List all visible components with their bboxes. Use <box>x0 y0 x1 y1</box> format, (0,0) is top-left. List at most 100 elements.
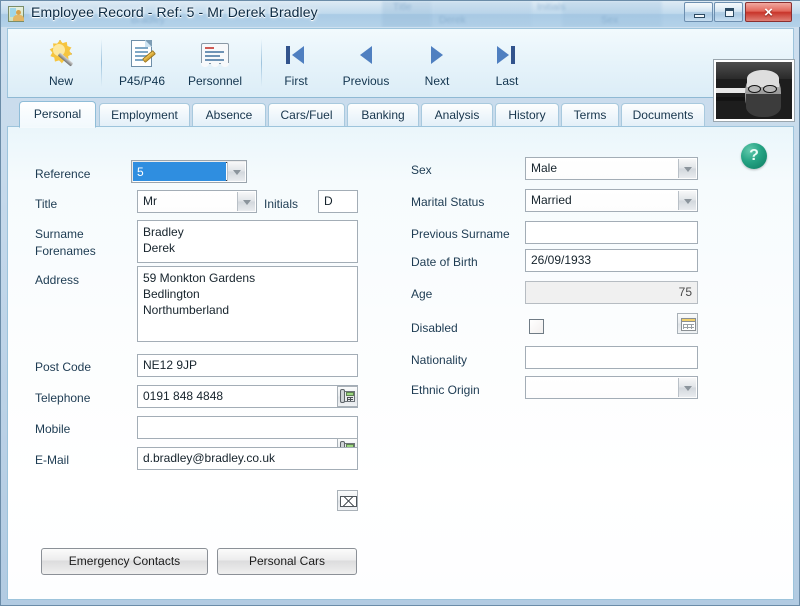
postcode-input[interactable]: NE12 9JP <box>137 354 358 377</box>
last-record-button[interactable]: Last <box>478 34 536 94</box>
last-button-label: Last <box>495 74 519 88</box>
previous-surname-input[interactable] <box>525 221 698 244</box>
surname-label: Surname <box>35 227 84 241</box>
previous-surname-label: Previous Surname <box>411 227 510 241</box>
personnel-button[interactable]: Personnel <box>176 34 254 94</box>
minimize-button[interactable] <box>684 2 713 22</box>
tab-absence[interactable]: Absence <box>192 103 266 127</box>
age-value: 75 <box>525 281 698 304</box>
close-icon: × <box>764 4 773 21</box>
tab-banking[interactable]: Banking <box>347 103 419 127</box>
next-record-button[interactable]: Next <box>408 34 466 94</box>
initials-input[interactable]: D <box>318 190 358 213</box>
marital-status-value: Married <box>531 193 572 207</box>
wand-new-icon <box>28 38 94 70</box>
ghost-title-5: Sex <box>601 15 619 26</box>
mobile-label: Mobile <box>35 422 71 436</box>
ethnic-origin-combo[interactable] <box>525 376 698 399</box>
email-input[interactable]: d.bradley@bradley.co.uk <box>137 447 358 470</box>
tab-documents[interactable]: Documents <box>621 103 705 127</box>
certificate-icon <box>176 38 254 70</box>
employee-record-window: Title Initials Bradley Derek Sex Employe… <box>0 0 800 606</box>
personnel-button-label: Personnel <box>187 74 243 88</box>
title-bar[interactable]: Title Initials Bradley Derek Sex Employe… <box>1 1 800 27</box>
previous-record-button[interactable]: Previous <box>330 34 402 94</box>
toolbar-separator-1 <box>101 39 102 87</box>
date-of-birth-input[interactable]: 26/09/1933 <box>525 249 698 272</box>
address-label: Address <box>35 273 80 287</box>
p45-p46-button-label: P45/P46 <box>118 74 166 88</box>
reference-combo[interactable]: 5 <box>131 160 247 183</box>
toolbar-separator-2 <box>261 39 262 87</box>
ethnic-origin-label: Ethnic Origin <box>411 383 480 397</box>
toolbar: New P45/P46 Personnel First Previous Nex… <box>7 28 795 122</box>
telephone-label: Telephone <box>35 391 91 405</box>
postcode-label: Post Code <box>35 360 92 374</box>
tab-analysis[interactable]: Analysis <box>421 103 493 127</box>
chevron-down-icon[interactable] <box>237 192 255 211</box>
ghost-title-4: Derek <box>439 15 466 26</box>
p45-p46-button[interactable]: P45/P46 <box>109 34 175 94</box>
title-combo[interactable]: Mr <box>137 190 257 213</box>
date-of-birth-label: Date of Birth <box>411 255 478 269</box>
calendar-icon[interactable] <box>677 313 698 334</box>
sex-label: Sex <box>411 163 432 177</box>
chevron-down-icon[interactable] <box>678 378 696 397</box>
maximize-button[interactable] <box>714 2 743 22</box>
previous-button-label: Previous <box>342 74 390 88</box>
initials-label: Initials <box>264 197 299 211</box>
tab-personal[interactable]: Personal <box>19 101 96 128</box>
title-label: Title <box>35 197 58 211</box>
help-button[interactable]: ? <box>741 143 767 169</box>
chevron-down-icon[interactable] <box>678 159 696 178</box>
emergency-contacts-button[interactable]: Emergency Contacts <box>41 548 208 575</box>
personal-cars-button[interactable]: Personal Cars <box>217 548 357 575</box>
first-button-label: First <box>284 74 308 88</box>
title-value: Mr <box>143 194 157 208</box>
email-label: E-Mail <box>35 453 70 467</box>
age-label: Age <box>411 287 433 301</box>
tab-cars-fuel[interactable]: Cars/Fuel <box>268 103 345 127</box>
first-record-button[interactable]: First <box>267 34 325 94</box>
reference-label: Reference <box>35 167 91 181</box>
telephone-input[interactable]: 0191 848 4848 <box>137 385 358 408</box>
tab-employment[interactable]: Employment <box>99 103 190 127</box>
ghost-title-1: Title <box>393 2 412 13</box>
next-button-label: Next <box>424 74 450 88</box>
first-record-icon <box>267 38 325 70</box>
next-record-icon <box>408 38 466 70</box>
window-title: Employee Record - Ref: 5 - Mr Derek Brad… <box>31 4 318 20</box>
previous-record-icon <box>330 38 402 70</box>
chevron-down-icon[interactable] <box>678 191 696 210</box>
reference-value: 5 <box>133 162 226 181</box>
nationality-label: Nationality <box>411 353 468 367</box>
tab-bar: Personal Employment Absence Cars/Fuel Ba… <box>7 101 794 128</box>
forenames-label: Forenames <box>35 244 96 258</box>
mobile-input[interactable] <box>137 416 358 439</box>
sex-value: Male <box>531 161 558 175</box>
send-email-icon[interactable] <box>337 490 358 511</box>
tab-history[interactable]: History <box>495 103 559 127</box>
sex-combo[interactable]: Male <box>525 157 698 180</box>
question-mark-icon: ? <box>749 147 759 164</box>
ghost-title-2: Initials <box>537 2 566 13</box>
telephone-dial-icon[interactable] <box>337 386 358 407</box>
tab-terms[interactable]: Terms <box>561 103 619 127</box>
close-button[interactable]: × <box>745 2 792 22</box>
personal-tab-page: Reference 5 Title Mr Initials D Surname … <box>7 126 794 600</box>
new-button-label: New <box>48 74 73 88</box>
address-input[interactable]: 59 Monkton Gardens Bedlington Northumber… <box>137 266 358 342</box>
marital-status-combo[interactable]: Married <box>525 189 698 212</box>
marital-status-label: Marital Status <box>411 195 485 209</box>
names-input[interactable]: Bradley Derek <box>137 220 358 263</box>
new-button[interactable]: New <box>28 34 94 94</box>
disabled-checkbox[interactable] <box>529 319 544 334</box>
document-edit-icon <box>109 38 175 70</box>
chevron-down-icon[interactable] <box>227 162 245 181</box>
nationality-input[interactable] <box>525 346 698 369</box>
maximize-icon <box>725 8 734 17</box>
last-record-icon <box>478 38 536 70</box>
employee-photo-icon <box>8 6 24 22</box>
disabled-label: Disabled <box>411 321 458 335</box>
minimize-icon <box>694 14 705 18</box>
